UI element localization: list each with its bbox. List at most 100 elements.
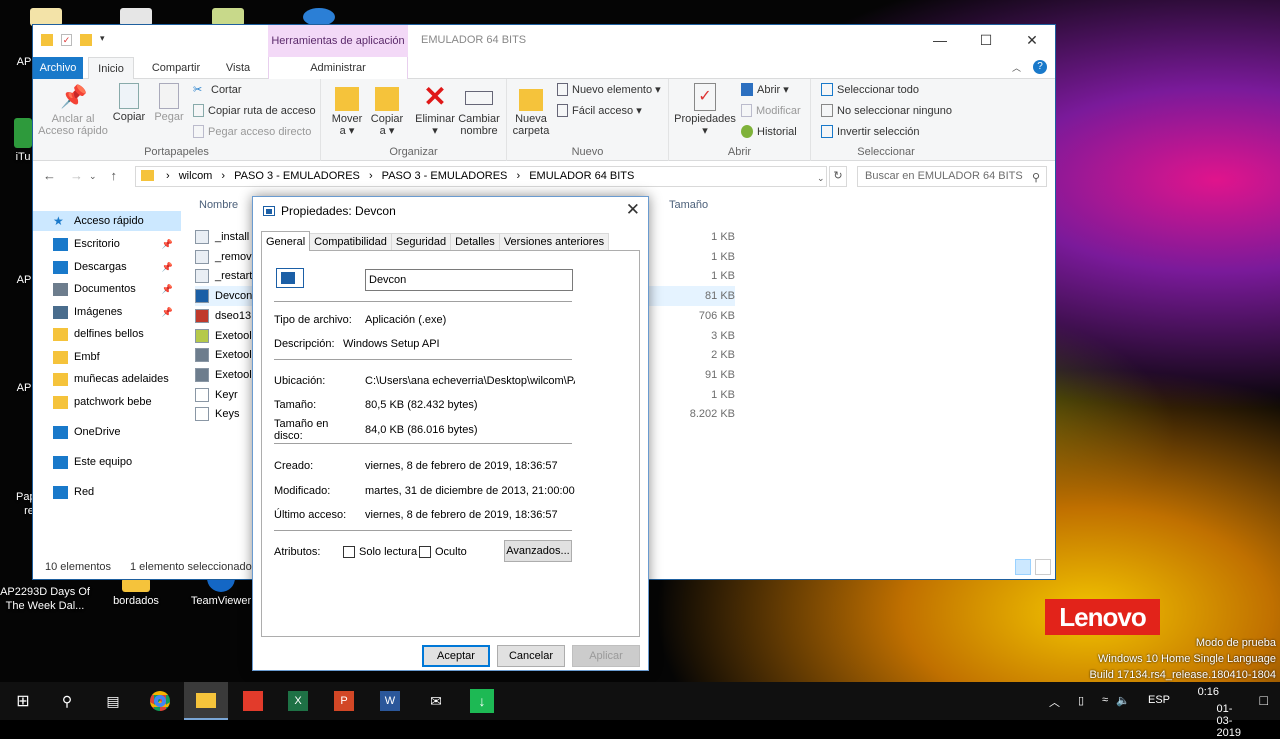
advanced-button[interactable]: Avanzados... xyxy=(504,540,572,562)
large-icons-view-icon[interactable] xyxy=(1035,559,1051,575)
nav-item[interactable]: delfines bellos xyxy=(53,324,179,344)
file-explorer-taskbar-icon[interactable] xyxy=(184,682,228,720)
maximize-button[interactable]: ☐ xyxy=(963,25,1009,55)
back-arrow-icon[interactable]: ← xyxy=(43,168,56,184)
desktop-icon-teamviewer[interactable]: TeamViewer xyxy=(186,578,256,608)
mail-icon[interactable]: ✉ xyxy=(421,686,451,716)
breadcrumb-item[interactable]: PASO 3 - EMULADORES xyxy=(234,170,360,182)
refresh-button[interactable]: ↻ xyxy=(829,166,847,187)
nav-item[interactable]: OneDrive xyxy=(53,422,179,442)
open-button[interactable]: Abrir ▾ xyxy=(741,83,789,96)
desktop-icon-days-of-week[interactable]: AP2293D Days Of The Week Dal... xyxy=(0,585,90,613)
ok-button[interactable]: Aceptar xyxy=(422,645,490,667)
invert-selection-button[interactable]: Invertir selección xyxy=(821,125,920,138)
paste-button[interactable]: Pegar xyxy=(147,83,191,123)
dialog-close-button[interactable]: ✕ xyxy=(626,200,640,220)
cancel-button[interactable]: Cancelar xyxy=(497,645,565,667)
search-input[interactable]: Buscar en EMULADOR 64 BITS ⚲ xyxy=(857,166,1047,187)
tab-compartir[interactable]: Compartir xyxy=(141,57,211,79)
copy-button[interactable]: Copiar xyxy=(107,83,151,123)
properties-icon[interactable]: ✓ xyxy=(61,34,72,46)
nav-item[interactable]: Documentos 📌 xyxy=(53,279,179,299)
nav-item[interactable]: Descargas 📌 xyxy=(53,257,179,277)
select-all-button[interactable]: Seleccionar todo xyxy=(821,83,919,96)
clock-date[interactable]: 01-03-2019 xyxy=(1217,703,1241,739)
new-folder-button[interactable]: Nueva carpeta xyxy=(509,83,553,137)
readonly-checkbox[interactable]: Solo lectura xyxy=(343,546,417,558)
copy-to-button[interactable]: Copiar a ▾ xyxy=(365,83,409,137)
breadcrumb-item[interactable]: PASO 3 - EMULADORES xyxy=(382,170,508,182)
edit-button[interactable]: Modificar xyxy=(741,104,801,117)
pin-quick-access-button[interactable]: 📌 Anclar al Acceso rápido xyxy=(37,83,109,137)
rename-button[interactable]: Cambiar nombre xyxy=(457,83,501,137)
address-input[interactable]: › wilcom › PASO 3 - EMULADORES › PASO 3 … xyxy=(135,166,827,187)
help-icon[interactable]: ? xyxy=(1033,60,1047,74)
folder-icon[interactable] xyxy=(41,34,53,46)
up-arrow-icon[interactable]: ↑ xyxy=(111,168,118,184)
column-header-name[interactable]: Nombre xyxy=(199,199,238,211)
powerpoint-icon[interactable]: P xyxy=(329,686,359,716)
history-button[interactable]: Historial xyxy=(741,125,797,138)
tab-archivo[interactable]: Archivo xyxy=(33,57,83,79)
new-folder-icon[interactable] xyxy=(80,34,92,46)
file-name: Keyr xyxy=(215,388,238,401)
nav-item[interactable]: Escritorio 📌 xyxy=(53,234,179,254)
details-view-icon[interactable] xyxy=(1015,559,1031,575)
apply-button[interactable]: Aplicar xyxy=(572,645,640,667)
battery-icon[interactable]: ▯ xyxy=(1078,694,1084,707)
customize-qat-icon[interactable]: ▾ xyxy=(100,33,108,47)
file-name-field[interactable]: Devcon xyxy=(365,269,573,291)
new-item-button[interactable]: Nuevo elemento ▾ xyxy=(557,83,661,96)
nav-item[interactable]: Este equipo xyxy=(53,452,179,472)
cut-button[interactable]: ✂ Cortar xyxy=(193,83,242,97)
download-app-icon[interactable]: ↓ xyxy=(467,686,497,716)
breadcrumb-item[interactable]: wilcom xyxy=(179,170,213,182)
nav-item[interactable]: Red xyxy=(53,482,179,502)
tab-seguridad[interactable]: Seguridad xyxy=(390,233,452,251)
wifi-icon[interactable]: ≈ xyxy=(1102,694,1108,706)
desktop-icon-bordados[interactable]: bordados xyxy=(106,578,166,608)
copy-path-button[interactable]: Copiar ruta de acceso xyxy=(193,104,316,117)
column-header-size[interactable]: Tamaño xyxy=(669,199,708,211)
tab-compatibilidad[interactable]: Compatibilidad xyxy=(309,233,392,251)
notifications-icon[interactable]: □ xyxy=(1260,692,1268,708)
properties-button[interactable]: ✓ Propiedades ▾ xyxy=(673,83,737,137)
nav-item[interactable]: Embf xyxy=(53,347,179,367)
nav-item[interactable]: muñecas adelaides xyxy=(53,369,179,389)
easy-access-button[interactable]: Fácil acceso ▾ xyxy=(557,104,642,117)
recent-dropdown-icon[interactable]: ⌄ xyxy=(89,168,97,184)
collapse-ribbon-icon[interactable]: ︿ xyxy=(1012,61,1021,74)
nav-item[interactable]: ★ Acceso rápido xyxy=(33,211,181,231)
address-dropdown-icon[interactable]: ⌄ xyxy=(817,173,825,184)
close-button[interactable]: ✕ xyxy=(1009,25,1055,55)
nav-item-label: muñecas adelaides xyxy=(74,373,169,385)
tab-inicio[interactable]: Inicio xyxy=(88,57,134,80)
excel-icon[interactable]: X xyxy=(283,686,313,716)
select-none-button[interactable]: No seleccionar ninguno xyxy=(821,104,952,117)
tab-vista[interactable]: Vista xyxy=(213,57,263,79)
paste-shortcut-button[interactable]: Pegar acceso directo xyxy=(193,125,311,138)
delete-button[interactable]: ✕ Eliminar ▾ xyxy=(413,83,457,138)
itunes-icon[interactable]: iTu xyxy=(14,118,32,164)
tab-versiones-anteriores[interactable]: Versiones anteriores xyxy=(498,233,610,251)
word-icon[interactable]: W xyxy=(375,686,405,716)
search-icon[interactable]: ⚲ xyxy=(52,686,82,716)
move-to-button[interactable]: Mover a ▾ xyxy=(325,83,369,137)
tab-detalles[interactable]: Detalles xyxy=(450,233,500,251)
nav-item[interactable]: patchwork bebe xyxy=(53,392,179,412)
tab-administrar[interactable]: Administrar xyxy=(268,57,408,79)
volume-icon[interactable]: 🔈 xyxy=(1116,694,1130,707)
language-indicator[interactable]: ESP xyxy=(1148,694,1170,706)
minimize-button[interactable]: — xyxy=(917,25,963,55)
chrome-icon[interactable] xyxy=(145,686,175,716)
show-hidden-icons-icon[interactable]: ︿ xyxy=(1049,694,1060,710)
start-windows-icon[interactable]: ⊞ xyxy=(8,686,38,716)
clock-time[interactable]: 0:16 xyxy=(1198,686,1219,698)
app-red-icon[interactable] xyxy=(238,686,268,716)
hidden-checkbox[interactable]: Oculto xyxy=(419,546,467,558)
forward-arrow-icon[interactable]: → xyxy=(70,168,83,184)
tab-general[interactable]: General xyxy=(261,231,311,251)
breadcrumb-item[interactable]: EMULADOR 64 BITS xyxy=(529,170,634,182)
task-view-icon[interactable]: ▤ xyxy=(98,686,128,716)
nav-item[interactable]: Imágenes 📌 xyxy=(53,302,179,322)
